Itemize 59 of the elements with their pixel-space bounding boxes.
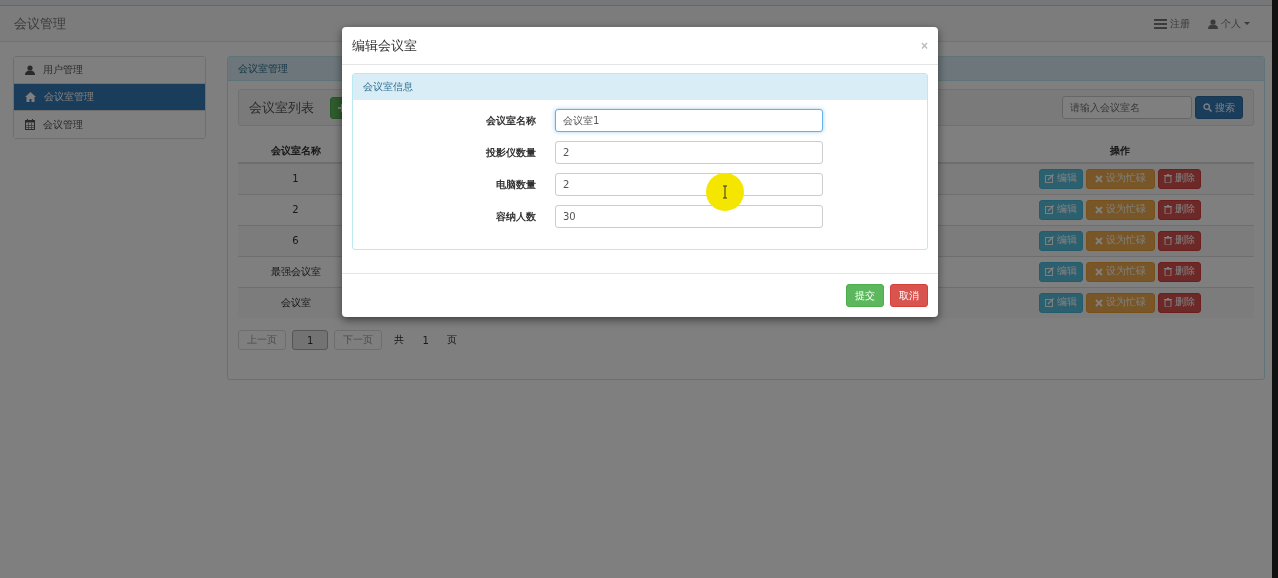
list-icon <box>1154 18 1167 29</box>
total-label: 共 <box>393 333 406 347</box>
home-icon <box>25 92 36 102</box>
total-pages: 1 <box>421 334 430 346</box>
delete-button[interactable]: 删除 <box>1158 261 1201 282</box>
sidebar-item[interactable]: 会议室管理 <box>14 84 205 111</box>
sidebar-item[interactable]: 用户管理 <box>14 57 205 84</box>
user-icon <box>25 65 35 75</box>
close-icon <box>1095 236 1103 245</box>
trash-icon <box>1164 205 1172 214</box>
field-label: 电脑数量 <box>495 177 536 192</box>
edit-button[interactable]: 编辑 <box>1039 168 1083 189</box>
close-icon <box>1095 174 1103 183</box>
set-busy-button[interactable]: 设为忙碌 <box>1086 292 1155 313</box>
edit-button[interactable]: 编辑 <box>1039 261 1083 282</box>
input-field[interactable]: 2 <box>555 141 823 164</box>
trash-icon <box>1164 298 1172 308</box>
submit-button[interactable]: 提交 <box>846 284 884 307</box>
page-button[interactable]: 1 <box>292 330 329 350</box>
cancel-button[interactable]: 取消 <box>890 284 928 307</box>
panel-heading: 会议室信息 <box>353 74 927 100</box>
field-label: 会议室名称 <box>485 113 536 128</box>
brand-title[interactable]: 会议管理 <box>14 14 66 33</box>
delete-button[interactable]: 删除 <box>1158 292 1201 313</box>
set-busy-button[interactable]: 设为忙碌 <box>1086 261 1155 282</box>
close-icon <box>1095 298 1103 307</box>
trash-icon <box>1164 236 1172 245</box>
field-label: 投影仪数量 <box>485 145 536 160</box>
edit-icon <box>1045 205 1054 214</box>
set-busy-button[interactable]: 设为忙碌 <box>1086 199 1155 220</box>
trash-icon <box>1164 267 1172 276</box>
search-icon <box>1203 103 1212 112</box>
total-label: 页 <box>445 333 458 347</box>
input-field[interactable]: 30 <box>555 205 823 228</box>
user-icon <box>1208 18 1218 29</box>
search-button[interactable]: 搜索 <box>1195 96 1243 119</box>
edit-icon <box>1045 174 1054 184</box>
delete-button[interactable]: 删除 <box>1158 168 1201 189</box>
field-label: 容纳人数 <box>495 209 536 224</box>
edit-icon <box>1045 267 1054 276</box>
input-field[interactable]: 会议室1 <box>555 109 823 132</box>
trash-icon <box>1164 174 1172 184</box>
edit-icon <box>1045 298 1054 308</box>
cursor-highlight-icon <box>706 173 744 211</box>
delete-button[interactable]: 删除 <box>1158 230 1201 251</box>
edit-button[interactable]: 编辑 <box>1039 199 1083 220</box>
close-button[interactable]: × <box>921 38 928 53</box>
close-icon <box>1095 205 1103 214</box>
edit-icon <box>1045 236 1054 245</box>
modal-title: 编辑会议室 <box>352 36 417 55</box>
edit-button[interactable]: 编辑 <box>1039 292 1083 313</box>
list-title: 会议室列表 <box>249 98 314 117</box>
set-busy-button[interactable]: 设为忙碌 <box>1086 168 1155 189</box>
edit-button[interactable]: 编辑 <box>1039 230 1083 251</box>
search-field[interactable]: 请输入会议室名 <box>1062 96 1192 119</box>
close-icon <box>1095 267 1103 276</box>
delete-button[interactable]: 删除 <box>1158 199 1201 220</box>
calendar-icon <box>25 119 35 130</box>
set-busy-button[interactable]: 设为忙碌 <box>1086 230 1155 251</box>
